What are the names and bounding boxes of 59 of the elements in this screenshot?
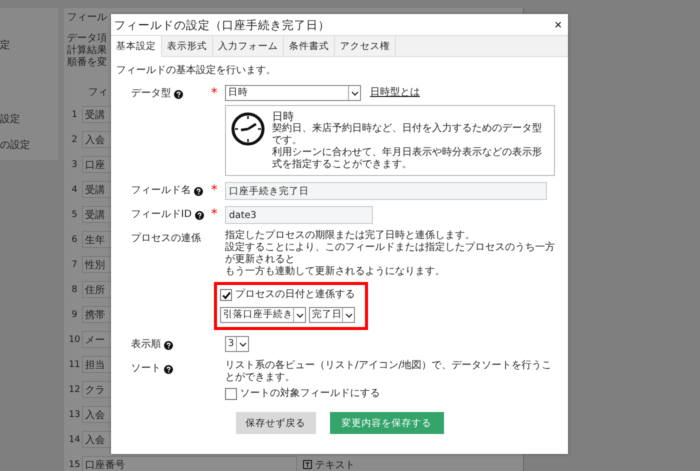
row-number: 9 [70, 310, 78, 320]
row-number: 3 [70, 160, 78, 170]
caret-icon [350, 90, 358, 96]
caret-icon [344, 312, 352, 318]
clock-icon [231, 112, 265, 146]
sidebar-item[interactable]: の設定 [0, 138, 58, 152]
row-number: 4 [70, 184, 78, 194]
required-mark: * [211, 85, 218, 103]
row-number: 10 [68, 334, 82, 344]
required-mark: * [211, 182, 218, 200]
sidebar-item[interactable]: 設定 [0, 112, 58, 126]
field-label: フィールド名 [131, 185, 191, 197]
field-label: プロセスの連係 [131, 233, 201, 245]
dropdown[interactable]: 日時 [225, 85, 361, 101]
row-number: 8 [70, 284, 78, 294]
dropdown[interactable]: 3 [225, 336, 249, 352]
row-number: 11 [68, 360, 82, 370]
dialog-title: フィールドの設定（口座手続き完了日） [114, 18, 330, 30]
row-number: 7 [70, 260, 78, 270]
field-label: 表示順 [131, 339, 161, 351]
field-label: フィールドID [131, 209, 192, 221]
help-icon[interactable] [194, 186, 203, 196]
help-icon[interactable] [164, 364, 173, 374]
caret-icon [296, 312, 304, 318]
column-header: フィ [88, 87, 108, 99]
row-number: 2 [70, 134, 78, 144]
row-number: 6 [70, 234, 78, 244]
info-title: 日時 [272, 110, 295, 123]
dropdown[interactable]: 完了日 [309, 307, 355, 323]
sidebar-item[interactable]: 定 [0, 38, 58, 52]
help-icon[interactable] [164, 340, 173, 350]
text-field-icon [303, 460, 312, 469]
cancel-button[interactable]: 保存せず戻る [236, 412, 316, 434]
caret-icon [238, 342, 246, 346]
field-name-input[interactable]: 口座手続き完了日 [225, 182, 547, 200]
check-icon [222, 290, 230, 300]
help-icon[interactable] [174, 90, 183, 98]
row-number: 15 [68, 460, 82, 470]
description-text: データ項 [67, 33, 107, 44]
row-number: 5 [70, 210, 78, 220]
field-id-input[interactable]: date3 [225, 206, 373, 224]
field-label: データ型 [131, 88, 171, 100]
field-label: ソート [131, 363, 161, 375]
required-mark: * [211, 206, 218, 224]
row-number: 12 [68, 384, 82, 394]
help-icon[interactable] [194, 210, 204, 220]
dropdown[interactable]: 引落口座手続き [220, 307, 306, 323]
intro-text: フィールドの基本設定を行います。 [116, 65, 277, 77]
close-button[interactable]: × [554, 18, 562, 31]
row-number: 14 [68, 434, 82, 444]
row-number: 13 [68, 410, 82, 420]
row-number: 1 [70, 110, 78, 120]
field-name-cell: 口座番号 [82, 456, 297, 471]
field-type: テキスト [315, 458, 355, 471]
help-link[interactable]: 日時型とは [370, 87, 420, 99]
description-text: 順番を変 [67, 57, 107, 69]
description-text: 計算結果 [67, 45, 107, 56]
panel-title: フィール [67, 11, 107, 25]
tab[interactable]: 基本設定 [111, 36, 162, 57]
